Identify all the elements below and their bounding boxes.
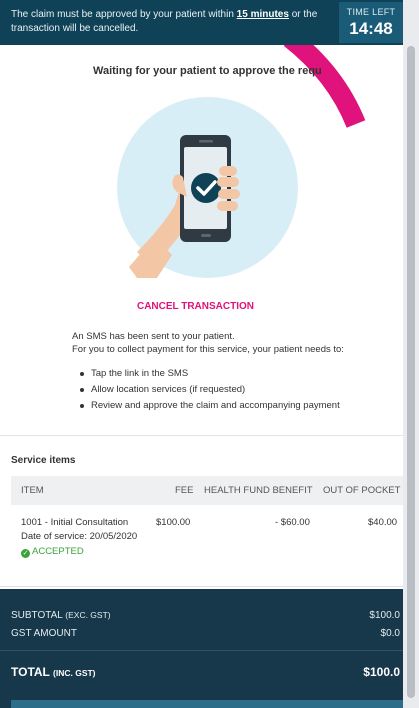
sms-line-2: For you to collect payment for this serv… [72, 344, 344, 355]
item-name: 1001 - Initial Consultation [21, 517, 129, 528]
out-of-pocket-value: $40.00 [368, 517, 398, 528]
timer-label: TIME LEFT [346, 7, 396, 17]
step-item: Allow location services (if requested) [80, 382, 340, 398]
step-item: Tap the link in the SMS [80, 366, 340, 382]
date-label: Date of service: [21, 531, 87, 542]
cancel-transaction-button[interactable]: CANCEL TRANSACTION [0, 301, 403, 312]
total-note: (INC. GST) [53, 668, 96, 678]
column-header-item: ITEM [21, 485, 44, 496]
sms-line-1: An SMS has been sent to your patient. [72, 331, 235, 342]
fee-value: $100.00 [156, 517, 191, 528]
scrollbar-thumb[interactable] [407, 46, 415, 698]
benefit-value: - $60.00 [275, 517, 310, 528]
phone-check-icon [117, 97, 298, 278]
divider [0, 586, 403, 587]
patient-steps-list: Tap the link in the SMS Allow location s… [80, 366, 340, 414]
date-value: 20/05/2020 [89, 531, 138, 542]
gst-value: $0.0 [380, 628, 400, 639]
status-label: ACCEPTED [32, 546, 84, 557]
subtotal-label-text: SUBTOTAL [11, 610, 63, 621]
date-of-service: Date of service: 20/05/2020 [21, 531, 137, 542]
column-header-out-of-pocket: OUT OF POCKET [323, 485, 401, 496]
table-row: 1001 - Initial Consultation Date of serv… [11, 506, 403, 566]
bottom-strip [11, 700, 403, 708]
time-left-box: TIME LEFT 14:48 [339, 2, 403, 43]
claim-page: The claim must be approved by your patie… [0, 0, 403, 708]
sms-info: An SMS has been sent to your patient. Fo… [72, 330, 344, 356]
banner-message-highlight: 15 minutes [236, 9, 289, 20]
banner-message: The claim must be approved by your patie… [11, 8, 331, 36]
totals-panel: SUBTOTAL (EXC. GST) $100.0 GST AMOUNT $0… [0, 589, 403, 708]
totals-divider [0, 650, 403, 651]
column-header-fee: FEE [175, 485, 194, 496]
status-badge: ✓ ACCEPTED [21, 546, 84, 558]
divider [0, 435, 403, 436]
subtotal-value: $100.0 [369, 610, 400, 621]
timer-value: 14:48 [349, 19, 393, 38]
gst-label: GST AMOUNT [11, 628, 77, 639]
subtotal-label: SUBTOTAL (EXC. GST) [11, 610, 111, 621]
waiting-message: Waiting for your patient to approve the … [93, 65, 322, 77]
service-items-title: Service items [11, 455, 76, 466]
check-circle-icon: ✓ [21, 549, 30, 558]
total-label: TOTAL (INC. GST) [11, 665, 96, 679]
approval-banner: The claim must be approved by your patie… [0, 0, 403, 45]
subtotal-note: (EXC. GST) [65, 610, 111, 620]
service-items-header: ITEM FEE HEALTH FUND BENEFIT OUT OF POCK… [11, 476, 403, 505]
banner-message-prefix: The claim must be approved by your patie… [11, 9, 234, 20]
total-value: $100.0 [363, 665, 400, 679]
scrollbar[interactable] [403, 0, 419, 708]
step-item: Review and approve the claim and accompa… [80, 398, 340, 414]
total-label-text: TOTAL [11, 665, 50, 679]
column-header-benefit: HEALTH FUND BENEFIT [204, 485, 313, 496]
